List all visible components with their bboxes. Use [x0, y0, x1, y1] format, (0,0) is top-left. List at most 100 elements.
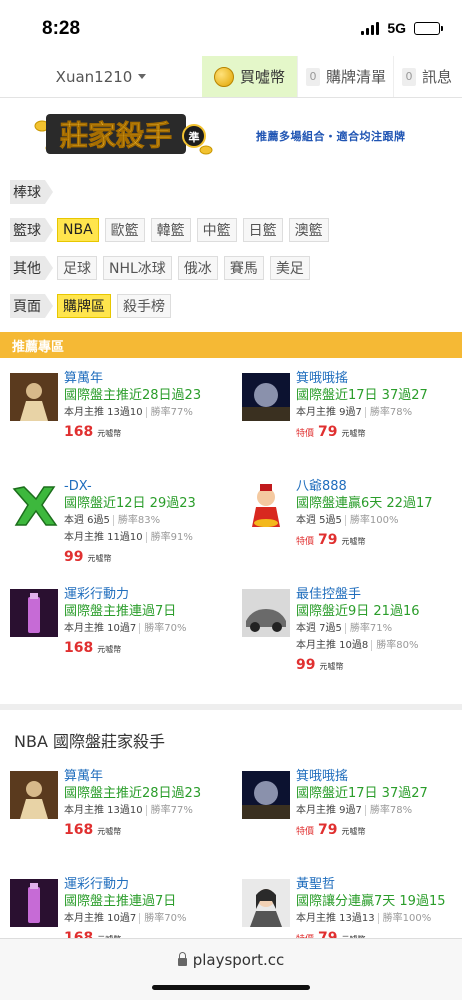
- cart-link[interactable]: 0 購牌清單: [297, 56, 393, 97]
- tag-american-football[interactable]: 美足: [269, 256, 310, 280]
- price: 特價79元噓幣: [296, 822, 366, 838]
- price: 99 元噓幣: [64, 549, 112, 565]
- avatar: [10, 589, 58, 637]
- category-baseball[interactable]: 棒球: [10, 180, 53, 204]
- predictor-name[interactable]: 黃聖哲: [296, 876, 446, 893]
- avatar: [10, 771, 58, 819]
- predictor-record: 國際盤連贏6天 22過17: [296, 496, 433, 511]
- avatar: [242, 589, 290, 637]
- predictor-name[interactable]: 運彩行動力: [64, 876, 187, 893]
- stat-line: 本週 5過5 勝率100%: [296, 515, 399, 526]
- avatar: [10, 481, 58, 529]
- recommend-header: 推薦專區: [0, 332, 462, 358]
- stat-line: 本月主推 10過7 勝率70%: [64, 623, 187, 634]
- chevron-down-icon: [138, 74, 147, 79]
- tag-nba[interactable]: NBA: [57, 218, 99, 242]
- tag-russia-hockey[interactable]: 俄冰: [177, 256, 218, 280]
- sport-filters: 棒球 籃球 NBA 歐籃 韓籃 中籃 日籃 澳籃 其他 足球 NHL冰球 俄冰 …: [0, 168, 462, 318]
- predictor-name[interactable]: 最佳控盤手: [296, 586, 420, 603]
- logo-badge: 準: [189, 130, 200, 144]
- tag-horse-racing[interactable]: 賽馬: [223, 256, 264, 280]
- clock: 8:28: [42, 18, 81, 39]
- predictor-name[interactable]: 八爺888: [296, 478, 433, 495]
- predictor-record: 國際盤近17日 37過27: [296, 388, 428, 403]
- predictor-record: 國際盤近12日 29過23: [64, 496, 196, 511]
- battery-icon: [414, 21, 443, 35]
- url-display[interactable]: playsport.cc: [0, 951, 462, 969]
- messages-link[interactable]: 0 訊息: [393, 56, 462, 97]
- stat-line: 本月主推 10過8 勝率80%: [296, 640, 419, 651]
- tag-killer-ranking[interactable]: 殺手榜: [117, 294, 171, 318]
- predictor-card[interactable]: 箕哦哦搖 國際盤近17日 37過27 本月主推 9過7 勝率78% 特價 79 元噓幣: [232, 368, 462, 476]
- predictor-card[interactable]: 算萬年 國際盤主推近28日過23 本月主推 13過10 勝率77% 168 元噓幣: [0, 368, 232, 476]
- avatar: [10, 879, 58, 927]
- buy-coins-label: 買噓幣: [239, 68, 285, 86]
- filter-row-page: 頁面 購牌區 殺手榜: [10, 294, 462, 318]
- predictor-name[interactable]: 算萬年: [64, 768, 201, 785]
- tag-euro-basketball[interactable]: 歐籃: [104, 218, 145, 242]
- category-page: 頁面: [10, 294, 53, 318]
- predictor-card[interactable]: 運彩行動力 國際盤主推連過7日 本月主推 10過7勝率70% 168元噓幣: [0, 584, 232, 692]
- tag-purchase-area[interactable]: 購牌區: [57, 294, 111, 318]
- recommend-grid: 算萬年 國際盤主推近28日過23 本月主推 13過10 勝率77% 168 元噓幣 …: [0, 358, 462, 692]
- network-label: 5G: [387, 20, 406, 36]
- category-other: 其他: [10, 256, 53, 280]
- status-bar: 8:28 5G: [0, 0, 462, 56]
- avatar: [10, 373, 58, 421]
- banner-slogan: 推薦多場組合・適合均注跟牌: [256, 130, 406, 143]
- predictor-name[interactable]: 運彩行動力: [64, 586, 187, 603]
- price: 168元噓幣: [64, 640, 122, 656]
- predictor-record: 國際盤近17日 37過27: [296, 786, 428, 801]
- tag-japan-basketball[interactable]: 日籃: [242, 218, 283, 242]
- banner: 莊家殺手 準 推薦多場組合・適合均注跟牌: [0, 104, 462, 168]
- stat-line: 本月主推 10過7 勝率70%: [64, 913, 187, 924]
- message-count: 0: [402, 67, 416, 86]
- tag-china-basketball[interactable]: 中籃: [196, 218, 237, 242]
- home-indicator[interactable]: [152, 985, 310, 990]
- tag-korea-basketball[interactable]: 韓籃: [150, 218, 191, 242]
- avatar: [242, 879, 290, 927]
- tag-nhl[interactable]: NHL冰球: [103, 256, 172, 280]
- coin-icon: [213, 66, 234, 87]
- predictor-name[interactable]: 箕哦哦搖: [296, 768, 428, 785]
- filter-row-basketball: 籃球 NBA 歐籃 韓籃 中籃 日籃 澳籃: [10, 218, 462, 242]
- stat-line: 本週 7過5 勝率71%: [296, 623, 393, 634]
- logo-text: 莊家殺手: [60, 119, 172, 152]
- category-basketball: 籃球: [10, 218, 53, 242]
- tag-soccer[interactable]: 足球: [57, 256, 97, 280]
- price: 特價79元噓幣: [296, 532, 366, 548]
- predictor-card[interactable]: 算萬年 國際盤主推近28日過23 本月主推 13過10 勝率77% 168 元噓幣: [0, 766, 232, 874]
- predictor-name[interactable]: 算萬年: [64, 370, 201, 387]
- price: 99 元噓幣: [296, 657, 344, 673]
- predictor-name[interactable]: 箕哦哦搖: [296, 370, 428, 387]
- avatar: [242, 373, 290, 421]
- stat-line: 本週 6過5 勝率83%: [64, 515, 161, 526]
- predictor-name[interactable]: -DX-: [64, 478, 196, 495]
- buy-coins-button[interactable]: 買噓幣: [202, 56, 297, 97]
- price: 168元噓幣: [64, 822, 122, 838]
- status-icons: 5G: [361, 20, 443, 36]
- killer-logo: 莊家殺手 準: [34, 114, 213, 155]
- avatar: [242, 481, 290, 529]
- predictor-card[interactable]: 八爺888 國際盤連贏6天 22過17 本週 5過5 勝率100% 特價 79 元噓幣: [232, 476, 462, 584]
- stat-line: 本月主推 13過13 勝率100%: [296, 913, 432, 924]
- filter-row-other: 其他 足球 NHL冰球 俄冰 賽馬 美足: [10, 256, 462, 280]
- user-menu[interactable]: Xuan1210: [0, 56, 202, 97]
- username: Xuan1210: [55, 67, 133, 86]
- price: 168元噓幣: [64, 424, 122, 440]
- tag-australia-basketball[interactable]: 澳籃: [288, 218, 329, 242]
- predictor-record: 國際盤主推近28日過23: [64, 786, 202, 801]
- top-nav: Xuan1210 買噓幣 0 購牌清單 0 訊息: [0, 56, 462, 98]
- price: 特價79元噓幣: [296, 424, 366, 440]
- cart-label: 購牌清單: [326, 68, 387, 86]
- stat-line: 本月主推 13過10 勝率77%: [64, 407, 193, 418]
- nba-section-title: NBA 國際盤莊家殺手: [14, 732, 165, 751]
- predictor-card[interactable]: 箕哦哦搖 國際盤近17日 37過27 本月主推 9過7 勝率78% 特價 79 元噓幣: [232, 766, 462, 874]
- predictor-card[interactable]: -DX- 國際盤近12日 29過23 本週 6過5 勝率83% 本月主推 11過1…: [0, 476, 232, 584]
- predictor-record: 國際盤近9日 21過16: [296, 604, 420, 619]
- browser-url-bar[interactable]: playsport.cc: [0, 938, 462, 1000]
- stat-line: 本月主推 11過10 勝率91%: [64, 532, 193, 543]
- signal-icon: [361, 21, 380, 35]
- predictor-card[interactable]: 最佳控盤手 國際盤近9日 21過16 本週 7過5 勝率71% 本月主推 10過8…: [232, 584, 462, 692]
- stat-line: 本月主推 9過7 勝率78%: [296, 407, 413, 418]
